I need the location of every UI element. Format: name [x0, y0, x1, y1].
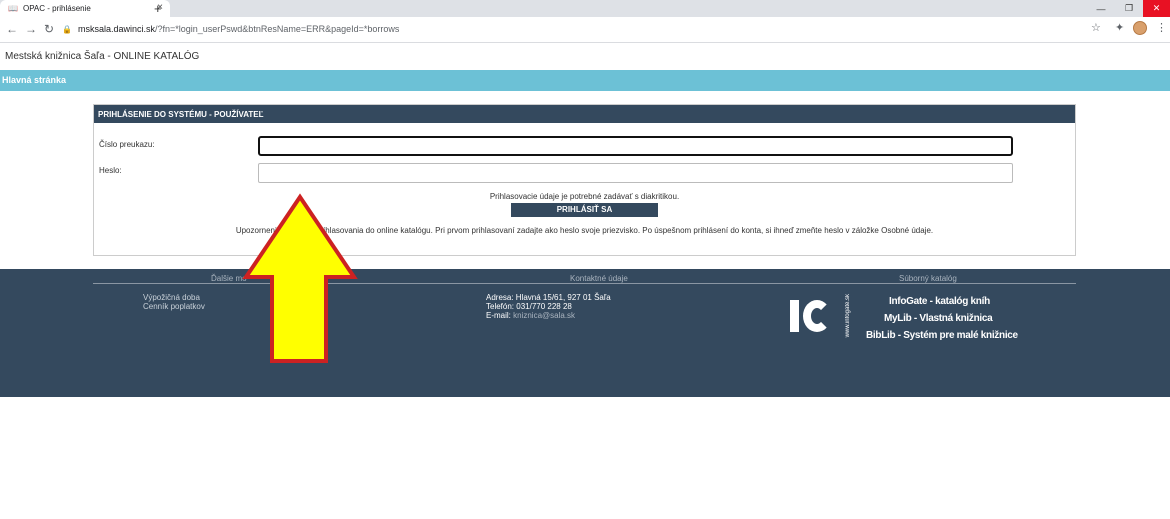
tab-title: OPAC - prihlásenie	[22, 4, 91, 13]
arrow-shape	[242, 193, 358, 363]
reload-icon[interactable]: ↻	[44, 22, 54, 36]
login-button[interactable]: PRIHLÁSIŤ SA	[511, 203, 658, 217]
browser-tab[interactable]: 📖 OPAC - prihlásenie ×	[0, 0, 170, 17]
logo-letter-g	[803, 300, 831, 332]
new-tab-button[interactable]: +	[154, 0, 162, 17]
card-number-label: Číslo preukazu:	[99, 140, 155, 149]
login-panel: PRIHLÁSENIE DO SYSTÉMU - POUŽÍVATEĽ Čísl…	[93, 104, 1076, 256]
loan-period-link[interactable]: Výpožičná doba	[143, 293, 200, 302]
footer-email-label: E-mail:	[486, 311, 511, 320]
footer-divider	[93, 283, 1076, 284]
nav-home-link[interactable]: Hlavná stránka	[2, 75, 66, 85]
url-path: /?fn=*login_userPswd&btnResName=ERR&page…	[155, 24, 400, 34]
forward-arrow-icon[interactable]: →	[25, 22, 37, 36]
extensions-icon[interactable]: ✦	[1115, 21, 1124, 34]
nav-band: Hlavná stránka	[0, 70, 1170, 91]
price-list-link[interactable]: Cenník poplatkov	[143, 302, 205, 311]
footer-email-link[interactable]: kniznica@sala.sk	[513, 311, 575, 320]
address-toolbar: ← → ↻ 🔒 msksala.dawinci.sk/?fn=*login_us…	[0, 17, 1170, 43]
mylib-link[interactable]: MyLib - Vlastná knižnica	[884, 313, 993, 324]
restore-button[interactable]: ❐	[1115, 0, 1143, 17]
footer: Ďalšie mo Kontaktné údaje Súborný kataló…	[0, 269, 1170, 397]
footer-contact: Adresa: Hlavná 15/61, 927 01 Šaľa Telefó…	[486, 293, 611, 320]
logo-letter-i	[790, 300, 799, 332]
lock-icon: 🔒	[62, 24, 72, 34]
password-label: Heslo:	[99, 166, 122, 175]
url-host: msksala.dawinci.sk	[77, 24, 155, 34]
menu-icon[interactable]: ⋮	[1156, 21, 1167, 34]
infogate-url-vertical: www.infogate.sk	[845, 294, 851, 338]
login-heading: PRIHLÁSENIE DO SYSTÉMU - POUŽÍVATEĽ	[94, 105, 1075, 123]
yellow-arrow-annotation	[242, 193, 358, 363]
footer-phone: Telefón: 031/770 228 28	[486, 302, 572, 311]
footer-catalog-heading: Súborný katalóg	[899, 274, 957, 283]
minimize-button[interactable]: —	[1087, 0, 1115, 17]
book-icon: 📖	[8, 4, 18, 13]
back-arrow-icon[interactable]: ←	[6, 22, 18, 36]
biblib-link[interactable]: BibLib - Systém pre malé knižnice	[866, 330, 1018, 341]
password-input[interactable]	[258, 163, 1013, 183]
close-window-button[interactable]: ✕	[1143, 0, 1170, 17]
browser-tab-bar: 📖 OPAC - prihlásenie × + — ❐ ✕	[0, 0, 1170, 17]
profile-avatar[interactable]	[1133, 21, 1147, 35]
site-title: Mestská knižnica Šaľa - ONLINE KATALÓG	[5, 51, 200, 62]
footer-address: Adresa: Hlavná 15/61, 927 01 Šaľa	[486, 293, 611, 302]
infogate-logo[interactable]	[790, 298, 835, 334]
star-icon[interactable]: ☆	[1091, 21, 1101, 34]
address-bar[interactable]: 🔒 msksala.dawinci.sk/?fn=*login_userPswd…	[62, 20, 1107, 38]
card-number-input[interactable]	[258, 136, 1013, 156]
footer-contact-heading: Kontaktné údaje	[570, 274, 628, 283]
infogate-link[interactable]: InfoGate - katalóg kníh	[889, 296, 990, 307]
